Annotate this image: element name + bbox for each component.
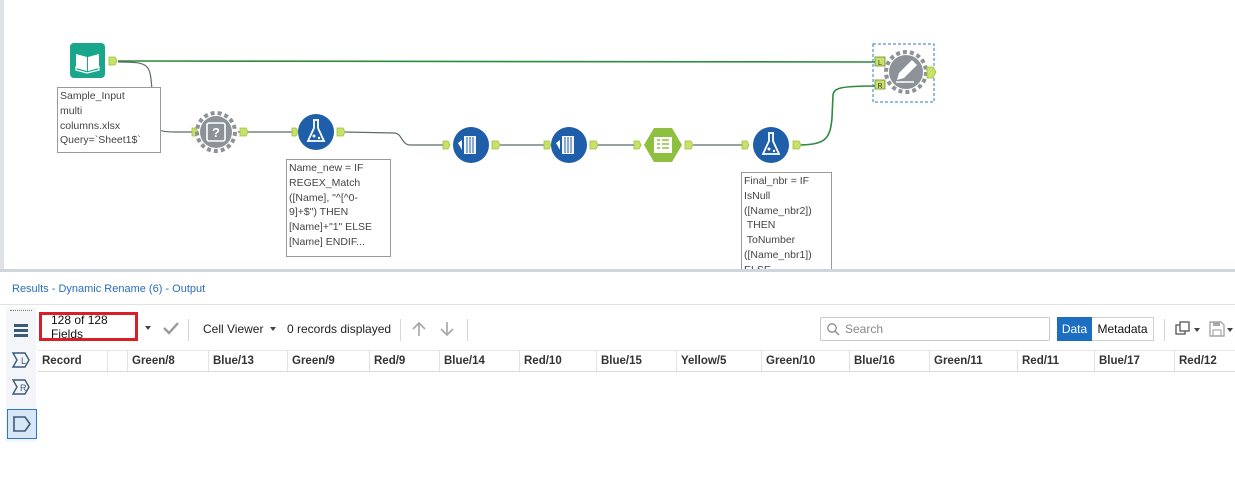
separator — [1164, 319, 1165, 341]
svg-text:L: L — [21, 356, 26, 366]
metadata-tab-button[interactable]: Metadata — [1092, 317, 1154, 341]
column-header[interactable]: Blue/13 — [209, 351, 288, 371]
results-side-rail: L R — [6, 308, 37, 442]
panel-splitter[interactable] — [0, 269, 1235, 272]
formula-flask-icon — [291, 114, 346, 150]
separator — [400, 319, 401, 341]
column-header[interactable]: Green/9 — [288, 351, 370, 371]
separator — [188, 319, 189, 341]
column-header[interactable]: Record — [38, 351, 108, 371]
formula1-annotation: Name_new = IF REGEX_Match ([Name], "^[^0… — [286, 159, 391, 257]
column-header[interactable]: Blue/16 — [850, 351, 930, 371]
output-anchor-icon[interactable] — [7, 409, 37, 439]
divider — [0, 304, 1235, 305]
dynamic-rename-icon: L R — [872, 43, 937, 103]
chevron-down-icon[interactable] — [145, 326, 151, 330]
column-header[interactable]: Red/11 — [1018, 351, 1095, 371]
column-header[interactable]: Green/8 — [128, 351, 209, 371]
text-to-columns-icon — [543, 127, 599, 163]
svg-text:R: R — [20, 383, 27, 393]
copy-icon[interactable] — [1175, 321, 1193, 340]
table-view-icon[interactable] — [9, 319, 33, 341]
column-header[interactable]: Red/12 — [1175, 351, 1235, 371]
column-header-spacer — [108, 351, 128, 371]
text-to-columns-icon — [442, 127, 501, 163]
records-count: 0 records displayed — [287, 322, 392, 336]
right-anchor-icon[interactable]: R — [9, 376, 33, 398]
right-anchor-label: R — [877, 83, 882, 90]
chevron-down-icon[interactable] — [270, 327, 276, 331]
left-anchor-icon[interactable]: L — [9, 349, 33, 371]
fields-selector[interactable]: 128 of 128 Fields — [39, 312, 138, 341]
arrow-up-icon[interactable] — [410, 320, 428, 341]
column-header[interactable]: Green/11 — [930, 351, 1018, 371]
results-grid-header: Record Green/8 Blue/13 Green/9 Red/9 Blu… — [38, 350, 1235, 372]
select-tool-icon — [633, 128, 694, 162]
chevron-down-icon[interactable] — [1227, 328, 1233, 332]
cell-viewer-label[interactable]: Cell Viewer — [203, 322, 263, 336]
save-icon[interactable] — [1208, 320, 1226, 341]
data-tab-button[interactable]: Data — [1057, 317, 1092, 341]
formula-flask-icon — [741, 127, 802, 163]
column-header[interactable]: Red/10 — [520, 351, 597, 371]
left-anchor-label: L — [878, 60, 882, 67]
results-title: Results - Dynamic Rename (6) - Output — [12, 283, 206, 295]
svg-text:?: ? — [212, 125, 220, 140]
search-icon — [826, 322, 840, 339]
search-field[interactable] — [820, 317, 1050, 341]
chevron-down-icon[interactable] — [1194, 328, 1200, 332]
column-header[interactable]: Blue/15 — [597, 351, 677, 371]
column-header[interactable]: Yellow/5 — [677, 351, 762, 371]
workflow-diagram: ? L R — [70, 43, 937, 163]
column-header[interactable]: Blue/14 — [440, 351, 520, 371]
search-input[interactable] — [843, 319, 1047, 339]
connection-input-to-rename-left — [117, 60, 877, 63]
arrow-down-icon[interactable] — [438, 320, 456, 341]
connection-formula2-to-rename-right — [795, 85, 877, 146]
drag-grip[interactable] — [10, 310, 32, 313]
column-header[interactable]: Red/9 — [370, 351, 440, 371]
column-header[interactable]: Blue/17 — [1095, 351, 1175, 371]
input-data-book-icon — [70, 43, 118, 78]
unknown-tool-icon: ? — [191, 111, 249, 153]
column-header[interactable]: Green/10 — [762, 351, 850, 371]
workflow-canvas[interactable]: ? L R Sample_Input multi columns.xlsx Qu… — [0, 0, 1235, 272]
separator — [467, 319, 468, 341]
fields-label: 128 of 128 Fields — [51, 312, 108, 341]
input-annotation: Sample_Input multi columns.xlsx Query=`S… — [57, 87, 161, 153]
formula2-annotation: Final_nbr = IF IsNull ([Name_nbr2]) THEN… — [741, 172, 832, 272]
checkmark-icon[interactable] — [162, 320, 180, 339]
connection-formula1-to-parse1 — [343, 131, 446, 146]
results-toolbar: 128 of 128 Fields Cell Viewer 0 records … — [38, 312, 1235, 346]
